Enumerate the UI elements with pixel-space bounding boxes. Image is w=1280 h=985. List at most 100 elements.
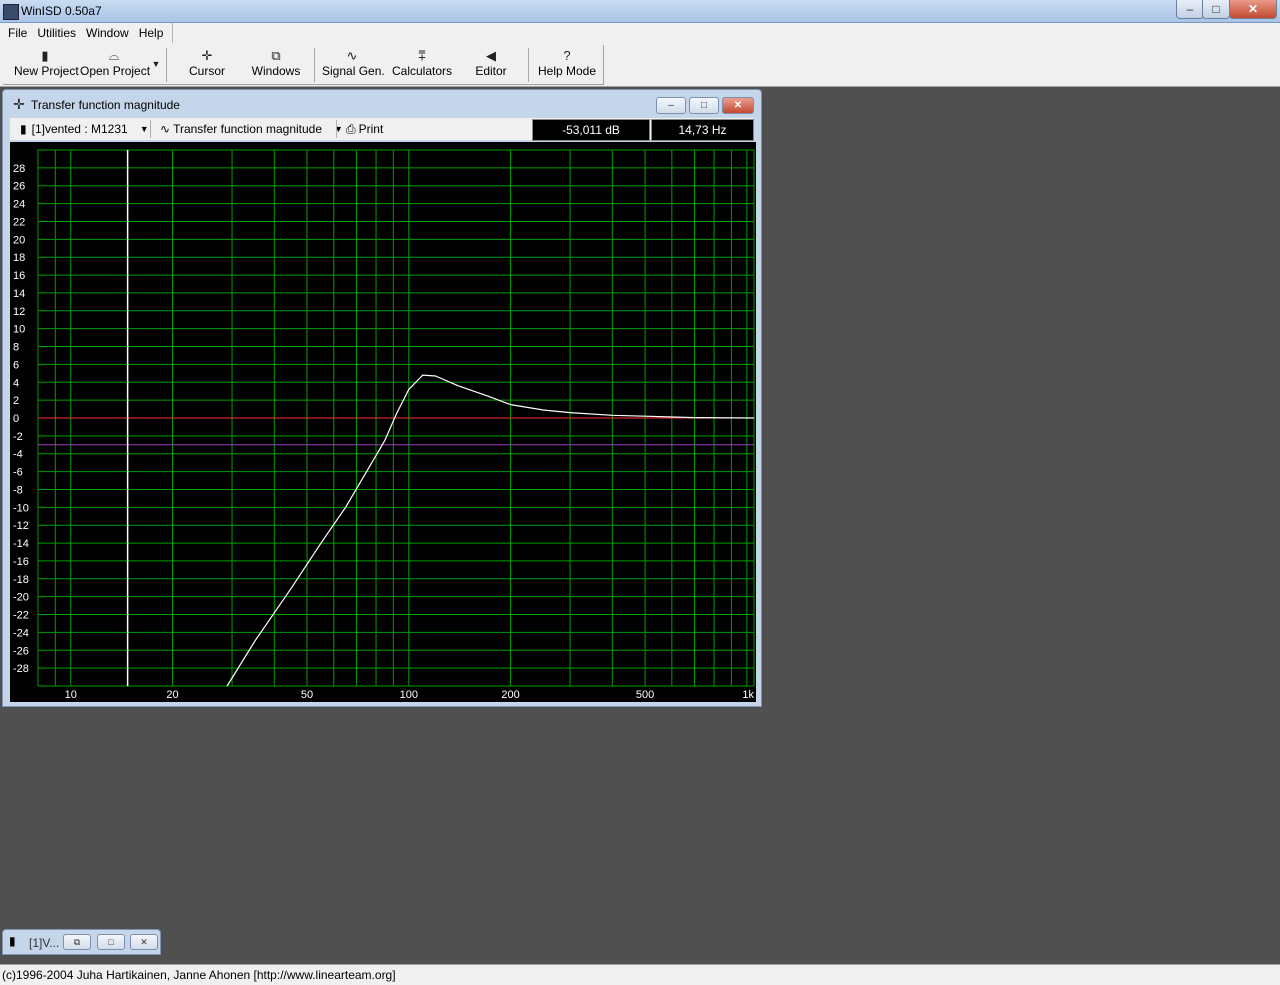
y-tick-label: -10 bbox=[13, 502, 29, 514]
y-tick-label: -26 bbox=[13, 645, 29, 657]
minimize-icon: – bbox=[1186, 2, 1194, 16]
close-icon: ✕ bbox=[733, 100, 743, 111]
help-mode-button[interactable]: ? Help Mode bbox=[538, 48, 596, 84]
cursor-db-readout: -53,011 dB bbox=[532, 119, 650, 141]
status-text: (c)1996-2004 Juha Hartikainen, Janne Aho… bbox=[2, 968, 396, 982]
y-tick-label: 16 bbox=[13, 270, 25, 282]
close-icon: ✕ bbox=[140, 936, 148, 947]
graph-type-value: Transfer function magnitude bbox=[173, 122, 323, 136]
y-tick-label: 26 bbox=[13, 181, 25, 193]
chevron-down-icon: ▼ bbox=[151, 59, 161, 69]
restore-icon: ⧉ bbox=[73, 936, 81, 947]
editor-button[interactable]: ◀ Editor bbox=[470, 48, 512, 84]
window-minimize-button[interactable]: – bbox=[656, 97, 686, 114]
graph-type-select[interactable]: ∿ Transfer function magnitude ▼ bbox=[160, 120, 343, 138]
project-select[interactable]: ▮ [1]vented : M1231 ▼ bbox=[20, 120, 149, 138]
window-maximize-button[interactable]: □ bbox=[689, 97, 719, 114]
chart-toolbar-separator bbox=[150, 120, 151, 138]
signal-gen-label: Signal Gen. bbox=[322, 64, 385, 78]
menu-bar: File Utilities Window Help bbox=[0, 23, 1280, 44]
editor-label: Editor bbox=[475, 64, 507, 78]
crosshair-icon: ✛ bbox=[201, 48, 213, 63]
transfer-function-chart[interactable]: 2826242220181614121086420-2-4-6-8-10-12-… bbox=[10, 142, 756, 702]
menu-window[interactable]: Window bbox=[81, 23, 134, 43]
chart-toolbar-separator bbox=[336, 120, 337, 138]
y-tick-label: 18 bbox=[13, 252, 25, 264]
close-button[interactable]: ✕ bbox=[1229, 0, 1277, 19]
y-tick-label: -8 bbox=[13, 484, 23, 496]
y-tick-label: 0 bbox=[13, 413, 19, 425]
crosshair-icon: ✛ bbox=[13, 96, 25, 112]
menu-help[interactable]: Help bbox=[134, 23, 169, 43]
app-title: WinISD 0.50a7 bbox=[21, 4, 102, 18]
maximize-button[interactable]: □ bbox=[1202, 0, 1230, 19]
calculators-label: Calculators bbox=[392, 64, 453, 78]
window-close-button[interactable]: ✕ bbox=[722, 97, 754, 114]
plot-area[interactable]: 28 26 24 22 20 18 16 14 12 10 8 6 4 2 0 -2 -4 -6 -8 -10 -12-… bbox=[10, 142, 756, 702]
cursor-label: Cursor bbox=[188, 64, 225, 78]
menu-utilities[interactable]: Utilities bbox=[32, 23, 81, 43]
x-tick-label: 20 bbox=[166, 689, 178, 701]
window-title: Transfer function magnitude bbox=[31, 98, 180, 112]
y-tick-label: -6 bbox=[13, 467, 23, 479]
y-tick-label: 28 bbox=[13, 163, 25, 175]
minimized-close-button[interactable]: ✕ bbox=[130, 934, 158, 950]
minimized-window[interactable]: ▮ [1]V... ⧉ □ ✕ bbox=[2, 929, 161, 955]
help-question-icon: ? bbox=[563, 48, 571, 63]
new-project-button[interactable]: ▮ New Project bbox=[14, 48, 79, 84]
help-mode-label: Help Mode bbox=[538, 64, 597, 78]
y-tick-label: 6 bbox=[13, 359, 19, 371]
y-tick-label: -2 bbox=[13, 431, 23, 443]
y-tick-label: 8 bbox=[13, 342, 19, 354]
cursor-button[interactable]: ✛ Cursor bbox=[184, 48, 230, 84]
minimize-button[interactable]: – bbox=[1176, 0, 1204, 19]
y-tick-label: -22 bbox=[13, 610, 29, 622]
toolbar-separator bbox=[166, 48, 167, 82]
speaker-icon: ◀ bbox=[486, 48, 496, 63]
windows-button[interactable]: ⧉ Windows bbox=[250, 48, 302, 84]
new-project-icon: ▮ bbox=[41, 48, 49, 63]
status-bar: (c)1996-2004 Juha Hartikainen, Janne Aho… bbox=[0, 964, 1280, 985]
x-tick-label: 200 bbox=[501, 689, 519, 701]
app-title-bar: WinISD 0.50a7 – □ ✕ bbox=[0, 0, 1280, 23]
menu-file[interactable]: File bbox=[3, 23, 32, 43]
y-tick-label: 4 bbox=[13, 377, 19, 389]
app-icon bbox=[3, 4, 19, 20]
windows-icon: ⧉ bbox=[271, 48, 281, 63]
y-tick-label: 24 bbox=[13, 199, 25, 211]
y-tick-label: -18 bbox=[13, 574, 29, 586]
open-project-button[interactable]: ⌓ Open Project bbox=[80, 48, 151, 84]
print-button[interactable]: ⎙ Print bbox=[346, 120, 383, 138]
project-select-value: [1]vented : M1231 bbox=[31, 122, 128, 136]
y-tick-label: -14 bbox=[13, 538, 29, 550]
toolbar-separator bbox=[528, 48, 529, 82]
y-tick-label: 20 bbox=[13, 234, 25, 246]
y-tick-label: -16 bbox=[13, 556, 29, 568]
minimized-maximize-button[interactable]: □ bbox=[97, 934, 125, 950]
minimize-icon: – bbox=[668, 100, 674, 111]
y-tick-label: 14 bbox=[13, 288, 25, 300]
main-toolbar: ▮ New Project ⌓ Open Project ▼ ✛ Cursor … bbox=[0, 44, 1280, 87]
signal-gen-button[interactable]: ∿ Signal Gen. bbox=[322, 48, 385, 84]
cursor-hz-value: 14,73 Hz bbox=[678, 123, 727, 137]
y-tick-label: 10 bbox=[13, 324, 25, 336]
open-project-label: Open Project bbox=[80, 64, 151, 78]
minimized-window-label: [1]V... bbox=[29, 936, 60, 950]
minimized-restore-button[interactable]: ⧉ bbox=[63, 934, 91, 950]
y-tick-label: 2 bbox=[13, 395, 19, 407]
y-tick-label: -4 bbox=[13, 449, 23, 461]
printer-icon: ⎙ bbox=[346, 121, 356, 136]
cursor-db-value: -53,011 dB bbox=[562, 123, 620, 137]
response-curve bbox=[226, 374, 755, 687]
sine-wave-icon: ∿ bbox=[160, 122, 171, 136]
y-tick-label: -12 bbox=[13, 520, 29, 532]
close-icon: ✕ bbox=[1247, 2, 1259, 16]
x-tick-label: 1k bbox=[742, 689, 754, 701]
x-tick-label: 50 bbox=[301, 689, 313, 701]
y-tick-label: -28 bbox=[13, 663, 29, 675]
x-tick-label: 100 bbox=[400, 689, 418, 701]
project-icon: ▮ bbox=[20, 122, 27, 136]
toolbar-separator bbox=[314, 48, 315, 82]
print-label: Print bbox=[358, 122, 384, 136]
calculators-button[interactable]: ⩱ Calculators bbox=[392, 48, 452, 84]
